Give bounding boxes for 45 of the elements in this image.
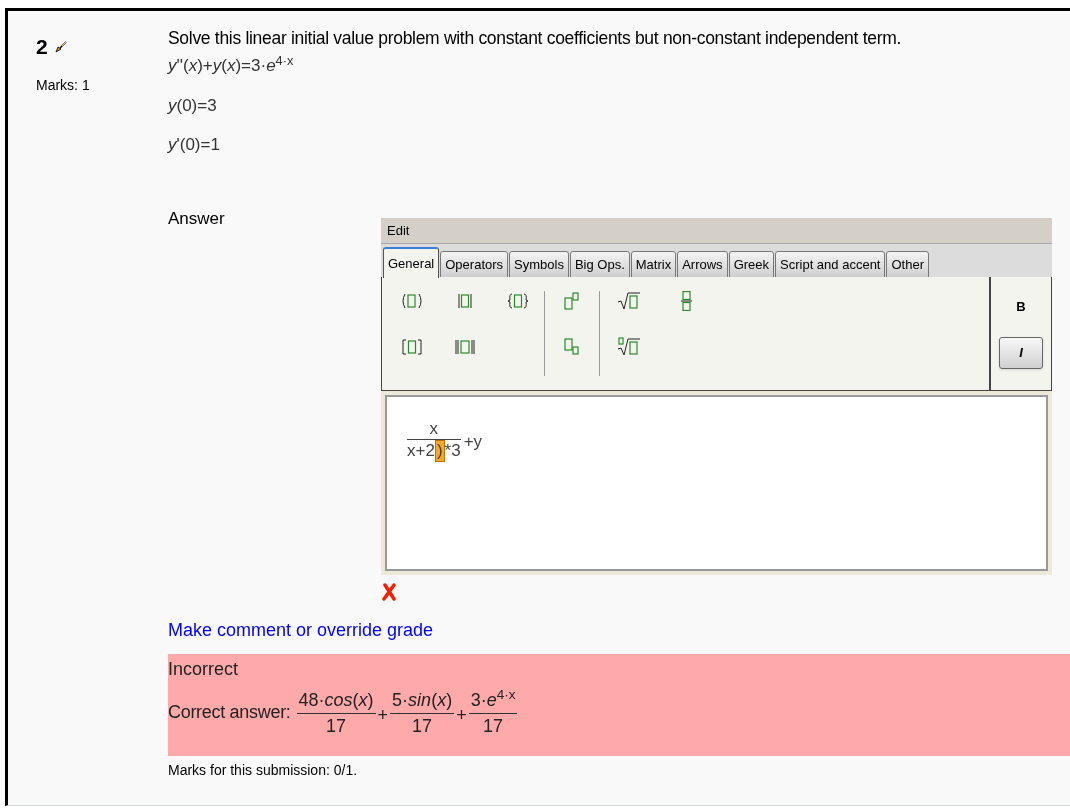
fraction-icon[interactable]: [680, 290, 694, 311]
feedback-status: Incorrect: [168, 657, 239, 681]
menu-item[interactable]: Edit: [387, 220, 410, 240]
tab[interactable]: Big Ops.: [569, 250, 630, 278]
tab[interactable]: Matrix: [630, 250, 677, 278]
tab[interactable]: General: [383, 246, 440, 278]
fraction-numerator: x: [429, 418, 439, 439]
question-number: 2: [36, 34, 48, 60]
submission-marks: Marks for this submission: 0/1.: [168, 760, 358, 780]
pencil-hand-icon: [53, 39, 68, 54]
bold-button[interactable]: B: [999, 290, 1043, 323]
fraction-numerator: 5·sin(x): [391, 688, 454, 712]
fraction-denominator: 17: [412, 714, 433, 738]
tab[interactable]: Script and accent: [775, 250, 886, 278]
formula-text: +y: [463, 430, 483, 453]
correct-answer-label: Correct answer:: [168, 700, 291, 724]
tab[interactable]: Other: [886, 250, 929, 278]
superscript-icon[interactable]: [562, 290, 582, 311]
equation: y(0)=3: [168, 94, 217, 117]
fraction-denominator: 17: [326, 714, 347, 738]
cursor-selection: ): [434, 439, 445, 462]
comment-link[interactable]: Make comment or override grade: [168, 616, 434, 644]
equation: y''(x)+y(x)=3·e$^{4·x}$: [168, 53, 294, 78]
tab[interactable]: Greek: [728, 250, 775, 278]
subscript-icon[interactable]: [562, 336, 582, 357]
equation: y'(0)=1: [168, 134, 220, 157]
fraction-numerator: 3·e$^{4·x}$: [469, 686, 517, 712]
tab[interactable]: Operators: [440, 250, 509, 278]
fraction-denominator: x+2: [407, 440, 435, 461]
braces-icon[interactable]: [506, 290, 531, 311]
fraction-numerator: 48·cos(x): [297, 688, 375, 712]
plus-sign: +: [377, 703, 389, 727]
plus-sign: +: [456, 703, 467, 727]
marks-label: Marks: 1: [36, 75, 91, 95]
italic-button[interactable]: I: [999, 336, 1043, 369]
fraction-denominator: 17: [483, 714, 504, 738]
question-text: Solve this linear initial value problem with constant coefficients but non-constant independent term.: [168, 27, 902, 50]
square-root-icon[interactable]: [617, 290, 641, 311]
answer-label: Answer: [168, 207, 225, 226]
fraction-denominator: *3: [444, 440, 461, 461]
tab[interactable]: Arrows: [677, 250, 728, 278]
tab[interactable]: Symbols: [509, 250, 569, 278]
brackets-icon[interactable]: [399, 336, 424, 357]
nth-root-icon[interactable]: [617, 336, 641, 357]
formula-input-field[interactable]: x x+2)*3 +y: [385, 394, 1048, 571]
